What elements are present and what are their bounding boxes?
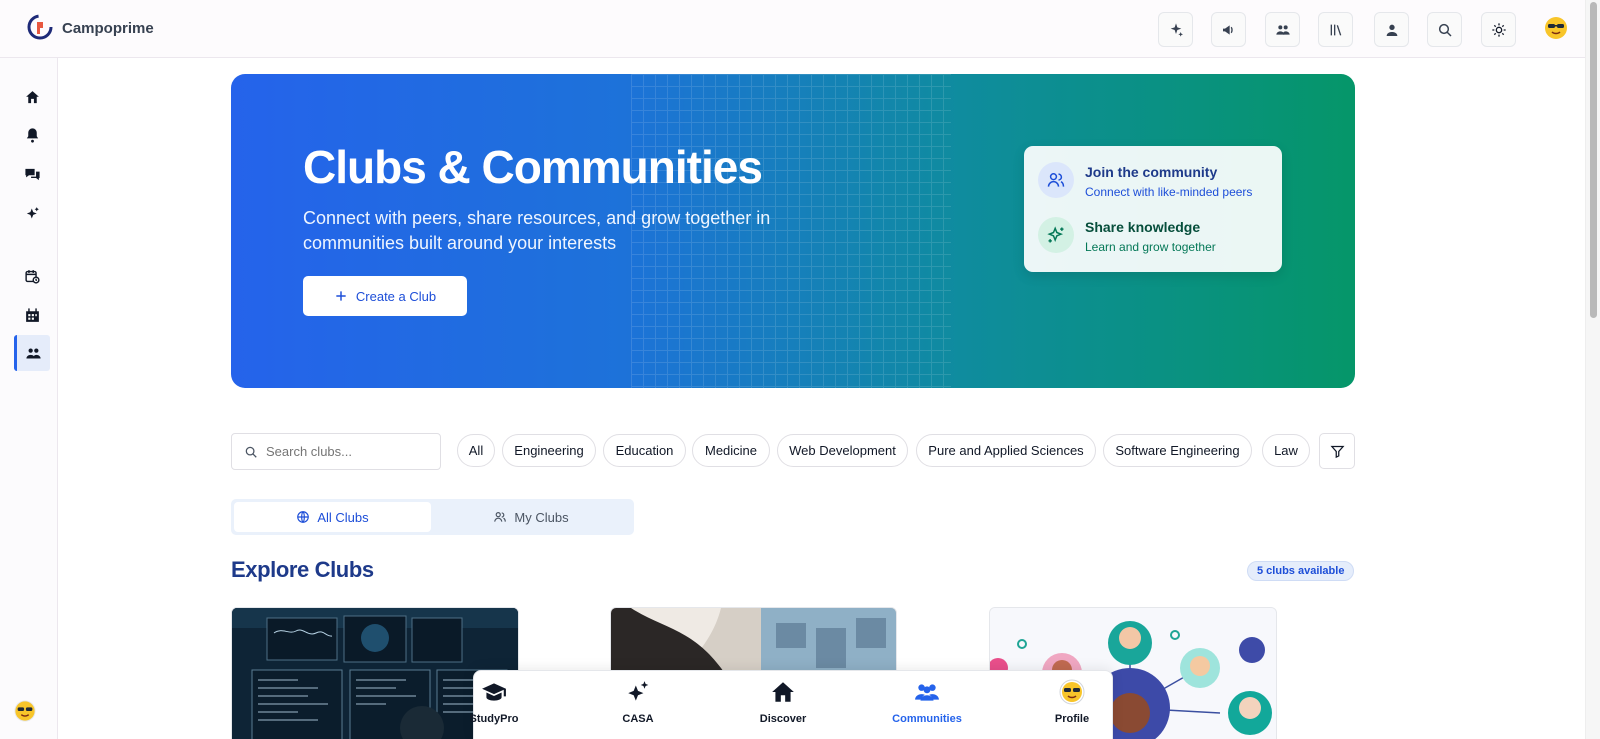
user-avatar[interactable] bbox=[1544, 16, 1568, 40]
dock-item-discover[interactable]: Discover bbox=[738, 679, 828, 735]
section-title: Explore Clubs bbox=[231, 557, 374, 582]
category-chip-pure-applied-sciences[interactable]: Pure and Applied Sciences bbox=[916, 434, 1096, 467]
megaphone-icon bbox=[1222, 24, 1233, 35]
search-icon bbox=[245, 446, 257, 458]
home-icon bbox=[25, 90, 39, 103]
category-chip-web-development[interactable]: Web Development bbox=[777, 434, 908, 467]
tab-my-clubs-label: My Clubs bbox=[514, 509, 569, 525]
category-chip-medicine[interactable]: Medicine bbox=[692, 434, 770, 467]
hero-info-card: Join the community Connect with like-min… bbox=[1024, 146, 1282, 272]
page-title: Clubs & Communities bbox=[303, 141, 763, 193]
tab-all-clubs[interactable]: All Clubs bbox=[234, 502, 431, 532]
search-icon bbox=[1438, 23, 1452, 37]
category-chip-all[interactable]: All bbox=[457, 434, 495, 467]
dock-label-discover: Discover bbox=[759, 713, 807, 725]
dock-item-casa[interactable]: CASA bbox=[593, 679, 683, 735]
users-icon bbox=[1275, 24, 1290, 35]
dock-label-profile: Profile bbox=[1054, 713, 1090, 725]
calendar-icon bbox=[25, 307, 39, 322]
users-icon-wrap bbox=[1038, 162, 1074, 198]
chat-icon bbox=[24, 168, 40, 180]
join-community-row: Join the community Connect with like-min… bbox=[1038, 162, 1252, 199]
share-knowledge-title: Share knowledge bbox=[1085, 219, 1201, 235]
sun-icon bbox=[1491, 22, 1506, 37]
calendar-clock-icon bbox=[24, 269, 40, 284]
category-chip-education[interactable]: Education bbox=[603, 434, 686, 467]
users-outline-icon bbox=[494, 512, 507, 522]
filter-icon bbox=[1329, 445, 1345, 458]
ai-sparkles-button[interactable] bbox=[1158, 12, 1193, 47]
sidebar-item-communities[interactable] bbox=[14, 335, 50, 371]
sparkles-icon bbox=[26, 206, 39, 218]
category-chip-engineering[interactable]: Engineering bbox=[502, 434, 596, 467]
search-button[interactable] bbox=[1427, 12, 1462, 47]
announcements-button[interactable] bbox=[1211, 12, 1246, 47]
scrollbar-thumb[interactable] bbox=[1590, 2, 1597, 318]
clubs-count-badge: 5 clubs available bbox=[1247, 561, 1355, 581]
sidebar-item-ai[interactable] bbox=[14, 195, 50, 231]
page-scrollbar[interactable] bbox=[1585, 0, 1600, 739]
tab-all-clubs-label: All Clubs bbox=[317, 509, 369, 525]
bottom-dock: StudyPro CASA Discover Communities Profi… bbox=[470, 670, 1113, 739]
dock-item-studypro[interactable]: StudyPro bbox=[449, 679, 539, 735]
join-community-title: Join the community bbox=[1085, 164, 1218, 180]
top-bar: Campoprime bbox=[0, 0, 1585, 58]
groups-button[interactable] bbox=[1265, 12, 1300, 47]
dock-label-studypro: StudyPro bbox=[469, 713, 519, 725]
share-knowledge-row: Share knowledge Learn and grow together bbox=[1038, 217, 1216, 254]
club-search-box[interactable] bbox=[231, 433, 441, 470]
sidebar bbox=[0, 58, 58, 739]
category-chip-software-engineering[interactable]: Software Engineering bbox=[1103, 434, 1252, 467]
category-chip-law[interactable]: Law bbox=[1262, 434, 1310, 467]
dock-label-communities: Communities bbox=[892, 713, 962, 725]
hero-banner: Clubs & Communities Connect with peers, … bbox=[231, 74, 1355, 388]
graduation-cap-icon bbox=[482, 683, 506, 701]
profile-card-button[interactable] bbox=[1374, 12, 1409, 47]
sidebar-avatar[interactable] bbox=[14, 700, 36, 722]
create-club-label: Create a Club bbox=[355, 288, 437, 304]
users-outline-icon bbox=[1047, 173, 1065, 187]
join-community-text: Connect with like-minded peers bbox=[1085, 185, 1253, 199]
user-square-icon bbox=[1386, 24, 1397, 36]
sidebar-item-messages[interactable] bbox=[14, 156, 50, 192]
tab-my-clubs[interactable]: My Clubs bbox=[431, 502, 631, 532]
hero-subtitle: Connect with peers, share resources, and… bbox=[303, 208, 771, 253]
dock-item-profile[interactable]: Profile bbox=[1027, 679, 1117, 735]
club-tabs: All Clubs My Clubs bbox=[231, 499, 634, 535]
sparkle-outline-icon bbox=[1047, 226, 1064, 243]
sidebar-item-schedule[interactable] bbox=[14, 258, 50, 294]
users-icon bbox=[26, 348, 41, 358]
share-knowledge-text: Learn and grow together bbox=[1085, 240, 1216, 254]
dock-label-casa: CASA bbox=[622, 713, 654, 725]
create-club-button[interactable]: Create a Club bbox=[303, 276, 467, 316]
sidebar-item-notifications[interactable] bbox=[14, 117, 50, 153]
sidebar-item-home[interactable] bbox=[14, 79, 50, 115]
bell-icon bbox=[26, 127, 38, 143]
campoprime-logo[interactable] bbox=[27, 14, 53, 40]
brand-name[interactable]: Campoprime bbox=[62, 20, 154, 37]
plus-icon bbox=[336, 291, 346, 301]
sparkles-icon bbox=[1170, 22, 1183, 37]
theme-toggle-button[interactable] bbox=[1481, 12, 1516, 47]
search-clubs-input[interactable] bbox=[266, 444, 426, 459]
sidebar-item-calendar[interactable] bbox=[14, 297, 50, 333]
sparkle-icon-wrap bbox=[1038, 217, 1074, 253]
dock-item-communities[interactable]: Communities bbox=[882, 679, 972, 735]
globe-icon bbox=[297, 511, 310, 523]
sparkles-icon bbox=[628, 681, 649, 701]
filter-button[interactable] bbox=[1319, 433, 1355, 469]
home-icon bbox=[772, 682, 794, 702]
users-icon bbox=[915, 684, 939, 701]
avatar bbox=[1059, 679, 1085, 705]
library-button[interactable] bbox=[1318, 12, 1353, 47]
library-icon bbox=[1330, 24, 1341, 36]
